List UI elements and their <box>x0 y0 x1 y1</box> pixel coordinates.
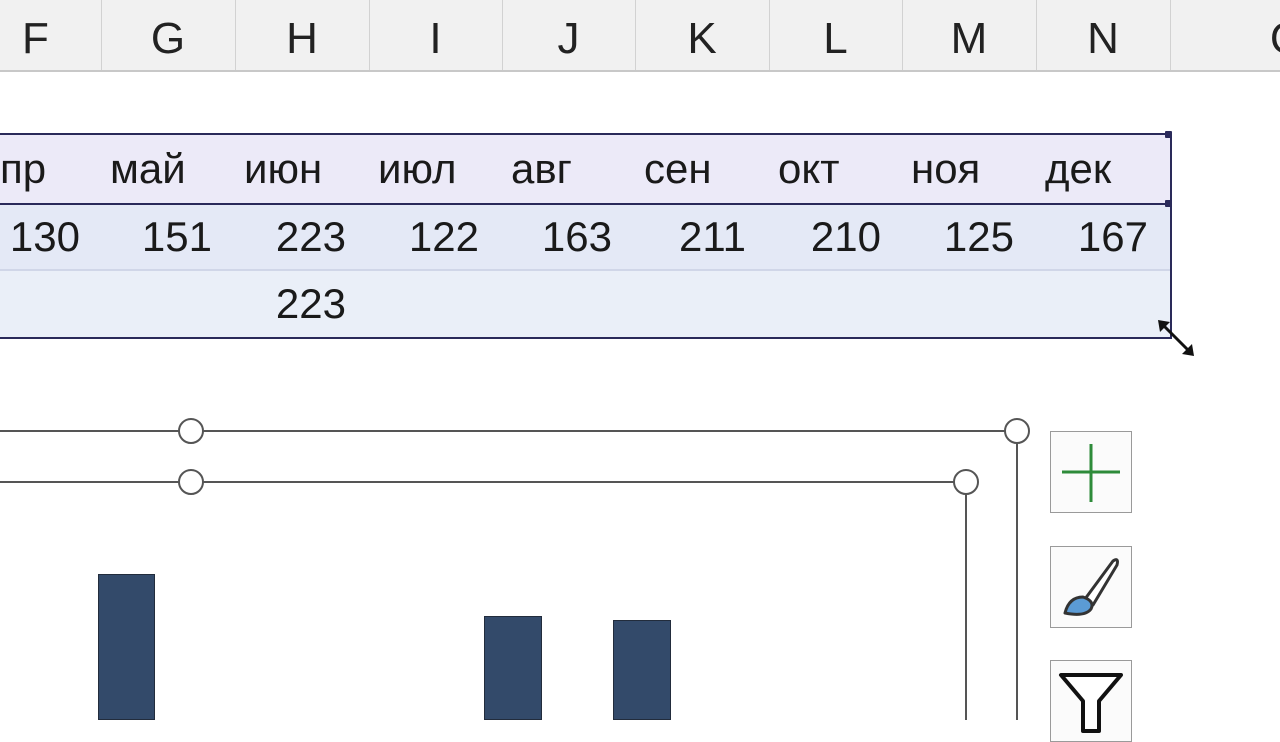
chart-resize-handle[interactable] <box>1004 418 1030 444</box>
chart-bar[interactable] <box>613 620 671 720</box>
plus-icon <box>1062 444 1120 502</box>
chart-styles-button[interactable] <box>1050 546 1132 628</box>
chart-bar[interactable] <box>484 616 542 720</box>
chart-elements-button[interactable] <box>1050 431 1132 513</box>
plot-area-handle[interactable] <box>953 469 979 495</box>
brush-icon <box>1063 558 1119 616</box>
filter-icon <box>1059 673 1123 733</box>
chart-filters-button[interactable] <box>1050 660 1132 742</box>
plot-area-handle[interactable] <box>178 469 204 495</box>
chart-resize-handle[interactable] <box>178 418 204 444</box>
chart-bar[interactable] <box>98 574 155 720</box>
